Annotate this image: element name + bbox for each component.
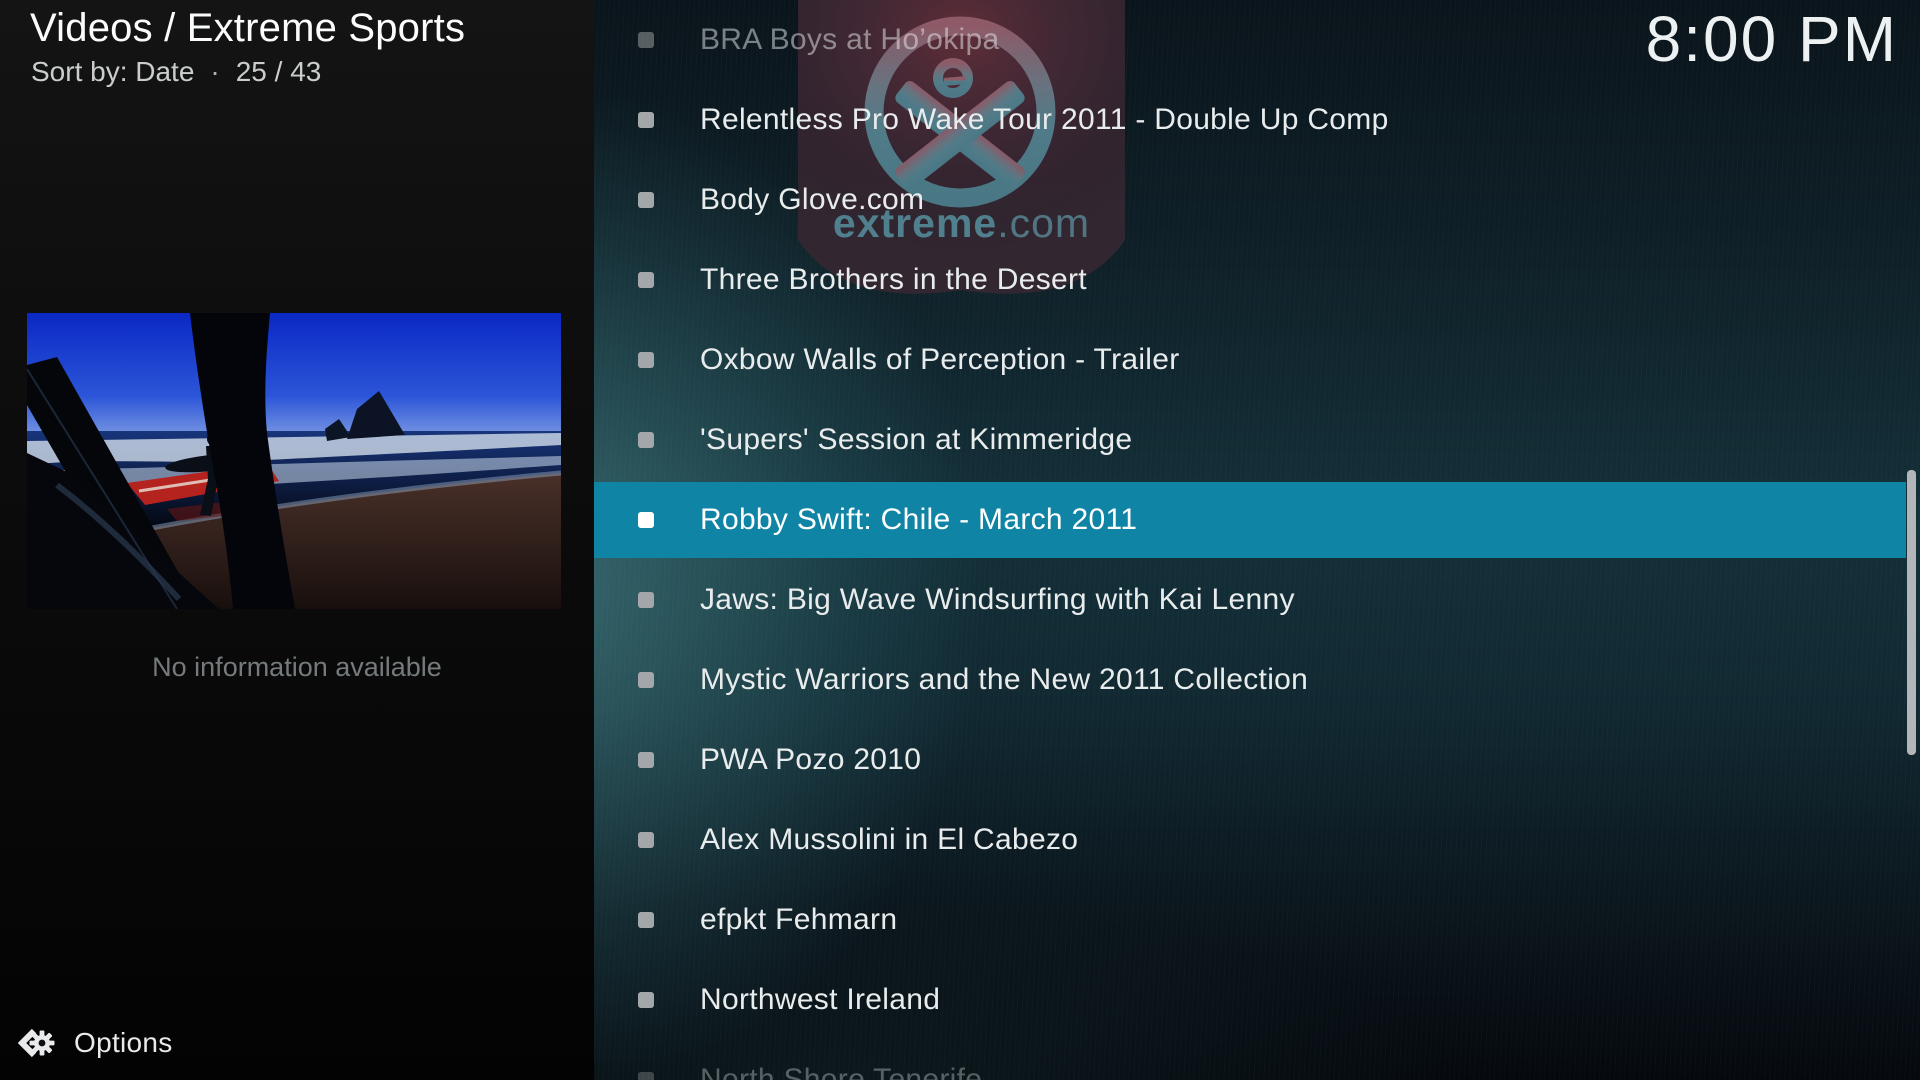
list-item-label: efpkt Fehmarn — [700, 903, 897, 937]
info-sidebar: Videos / Extreme Sports Sort by: Date · … — [0, 0, 594, 1080]
list-item[interactable]: North Shore Tenerife — [594, 1040, 1906, 1080]
list-item-label: North Shore Tenerife — [700, 1063, 982, 1080]
list-item[interactable]: efpkt Fehmarn — [594, 880, 1906, 960]
list-item-label: BRA Boys at Ho’okipa — [700, 23, 999, 57]
list-item-label: Jaws: Big Wave Windsurfing with Kai Lenn… — [700, 583, 1295, 617]
list-item-label: Body Glove.com — [700, 183, 924, 217]
list-item-label: PWA Pozo 2010 — [700, 743, 921, 777]
bullet-icon — [638, 272, 654, 288]
list-item-label: 'Supers' Session at Kimmeridge — [700, 423, 1132, 457]
list-item[interactable]: Oxbow Walls of Perception - Trailer — [594, 320, 1906, 400]
list-item[interactable]: Northwest Ireland — [594, 960, 1906, 1040]
options-label: Options — [74, 1027, 173, 1059]
clock-display: 8:00 PM — [1646, 2, 1898, 76]
options-gear-chevron-icon — [14, 1022, 56, 1064]
list-item-label: Relentless Pro Wake Tour 2011 - Double U… — [700, 103, 1389, 137]
bullet-icon — [638, 432, 654, 448]
list-item-label: Mystic Warriors and the New 2011 Collect… — [700, 663, 1308, 697]
bullet-icon — [638, 352, 654, 368]
video-thumbnail — [27, 313, 561, 609]
list-item[interactable]: Three Brothers in the Desert — [594, 240, 1906, 320]
list-item[interactable]: Jaws: Big Wave Windsurfing with Kai Lenn… — [594, 560, 1906, 640]
bullet-icon — [638, 912, 654, 928]
bullet-icon — [638, 1072, 654, 1080]
no-information-text: No information available — [0, 652, 594, 683]
sort-status-line: Sort by: Date · 25 / 43 — [31, 56, 321, 88]
bullet-icon — [638, 512, 654, 528]
bullet-icon — [638, 752, 654, 768]
list-item-label: Robby Swift: Chile - March 2011 — [700, 503, 1137, 537]
list-item-selected[interactable]: Robby Swift: Chile - March 2011 — [594, 482, 1906, 558]
bullet-icon — [638, 992, 654, 1008]
bullet-icon — [638, 112, 654, 128]
bullet-icon — [638, 832, 654, 848]
list-item-label: Three Brothers in the Desert — [700, 263, 1087, 297]
bullet-icon — [638, 592, 654, 608]
list-item[interactable]: 'Supers' Session at Kimmeridge — [594, 400, 1906, 480]
page-title: Videos / Extreme Sports — [30, 6, 465, 51]
kodi-video-list-screen: extreme.com BRA Boys at Ho’okipa Relentl… — [0, 0, 1920, 1080]
video-list-panel: extreme.com BRA Boys at Ho’okipa Relentl… — [594, 0, 1920, 1080]
list-item[interactable]: Alex Mussolini in El Cabezo — [594, 800, 1906, 880]
bullet-icon — [638, 192, 654, 208]
list-scrollbar-thumb[interactable] — [1907, 470, 1916, 755]
bullet-icon — [638, 32, 654, 48]
separator-dot: · — [210, 56, 219, 88]
item-count: 25 / 43 — [236, 56, 322, 88]
list-item[interactable]: Body Glove.com — [594, 160, 1906, 240]
list-item[interactable]: Mystic Warriors and the New 2011 Collect… — [594, 640, 1906, 720]
sort-by-label[interactable]: Sort by: Date — [31, 56, 194, 88]
bullet-icon — [638, 672, 654, 688]
list-item[interactable]: Relentless Pro Wake Tour 2011 - Double U… — [594, 80, 1906, 160]
list-item[interactable]: PWA Pozo 2010 — [594, 720, 1906, 800]
list-item-label: Oxbow Walls of Perception - Trailer — [700, 343, 1180, 377]
list-item-label: Alex Mussolini in El Cabezo — [700, 823, 1078, 857]
list-item-label: Northwest Ireland — [700, 983, 940, 1017]
options-button[interactable]: Options — [14, 1022, 173, 1064]
